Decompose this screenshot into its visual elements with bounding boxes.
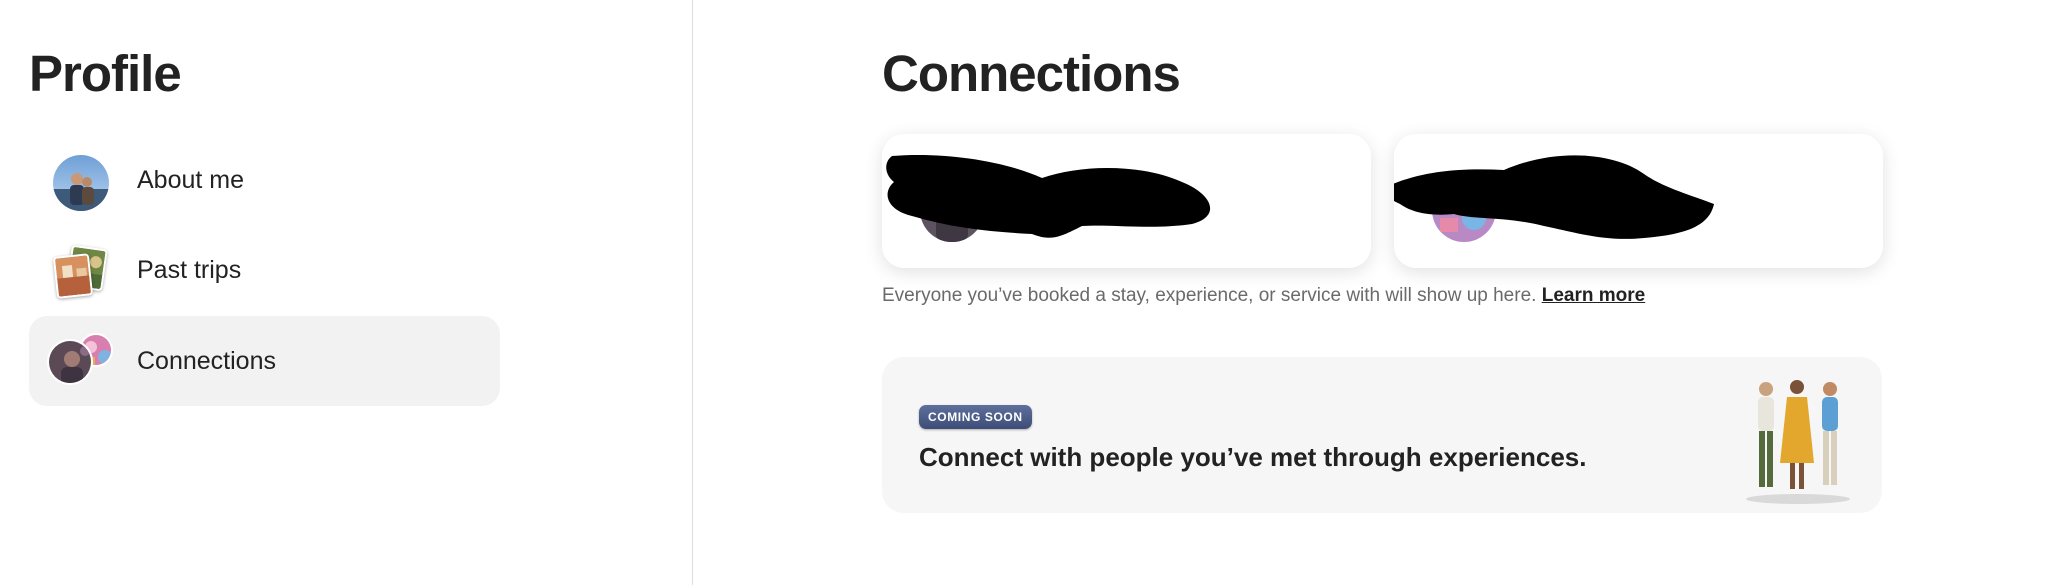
promo-text: Connect with people you’ve met through e… bbox=[919, 442, 1587, 472]
connection-card[interactable]: Be bbox=[882, 134, 1371, 268]
learn-more-link[interactable]: Learn more bbox=[1542, 285, 1645, 306]
redaction-mark bbox=[886, 154, 1211, 238]
sidebar-item-connections[interactable]: Connections bbox=[29, 316, 500, 406]
sidebar-item-label: About me bbox=[137, 165, 245, 194]
sidebar-item-label: Connections bbox=[137, 346, 276, 375]
page-title: Connections bbox=[882, 45, 1181, 102]
coming-soon-promo: COMING SOON Connect with people you’ve m… bbox=[882, 357, 1882, 513]
user-avatar-icon bbox=[53, 155, 109, 211]
connections-avatars-icon bbox=[47, 333, 113, 392]
profile-sidebar: Profile About me Past trips Connections bbox=[0, 0, 693, 585]
trip-photos-icon bbox=[52, 244, 109, 301]
people-illustration bbox=[1746, 380, 1850, 504]
sidebar-item-label: Past trips bbox=[137, 255, 242, 284]
coming-soon-badge: COMING SOON bbox=[919, 405, 1032, 429]
sidebar-item-past-trips[interactable]: Past trips bbox=[29, 225, 500, 315]
connections-info: Everyone you’ve booked a stay, experienc… bbox=[882, 285, 1645, 307]
info-text: Everyone you’ve booked a stay, experienc… bbox=[882, 285, 1537, 306]
redaction-mark bbox=[1394, 155, 1714, 239]
connection-card[interactable] bbox=[1394, 134, 1883, 268]
sidebar-title: Profile bbox=[29, 45, 182, 102]
sidebar-item-about-me[interactable]: About me bbox=[29, 135, 500, 225]
